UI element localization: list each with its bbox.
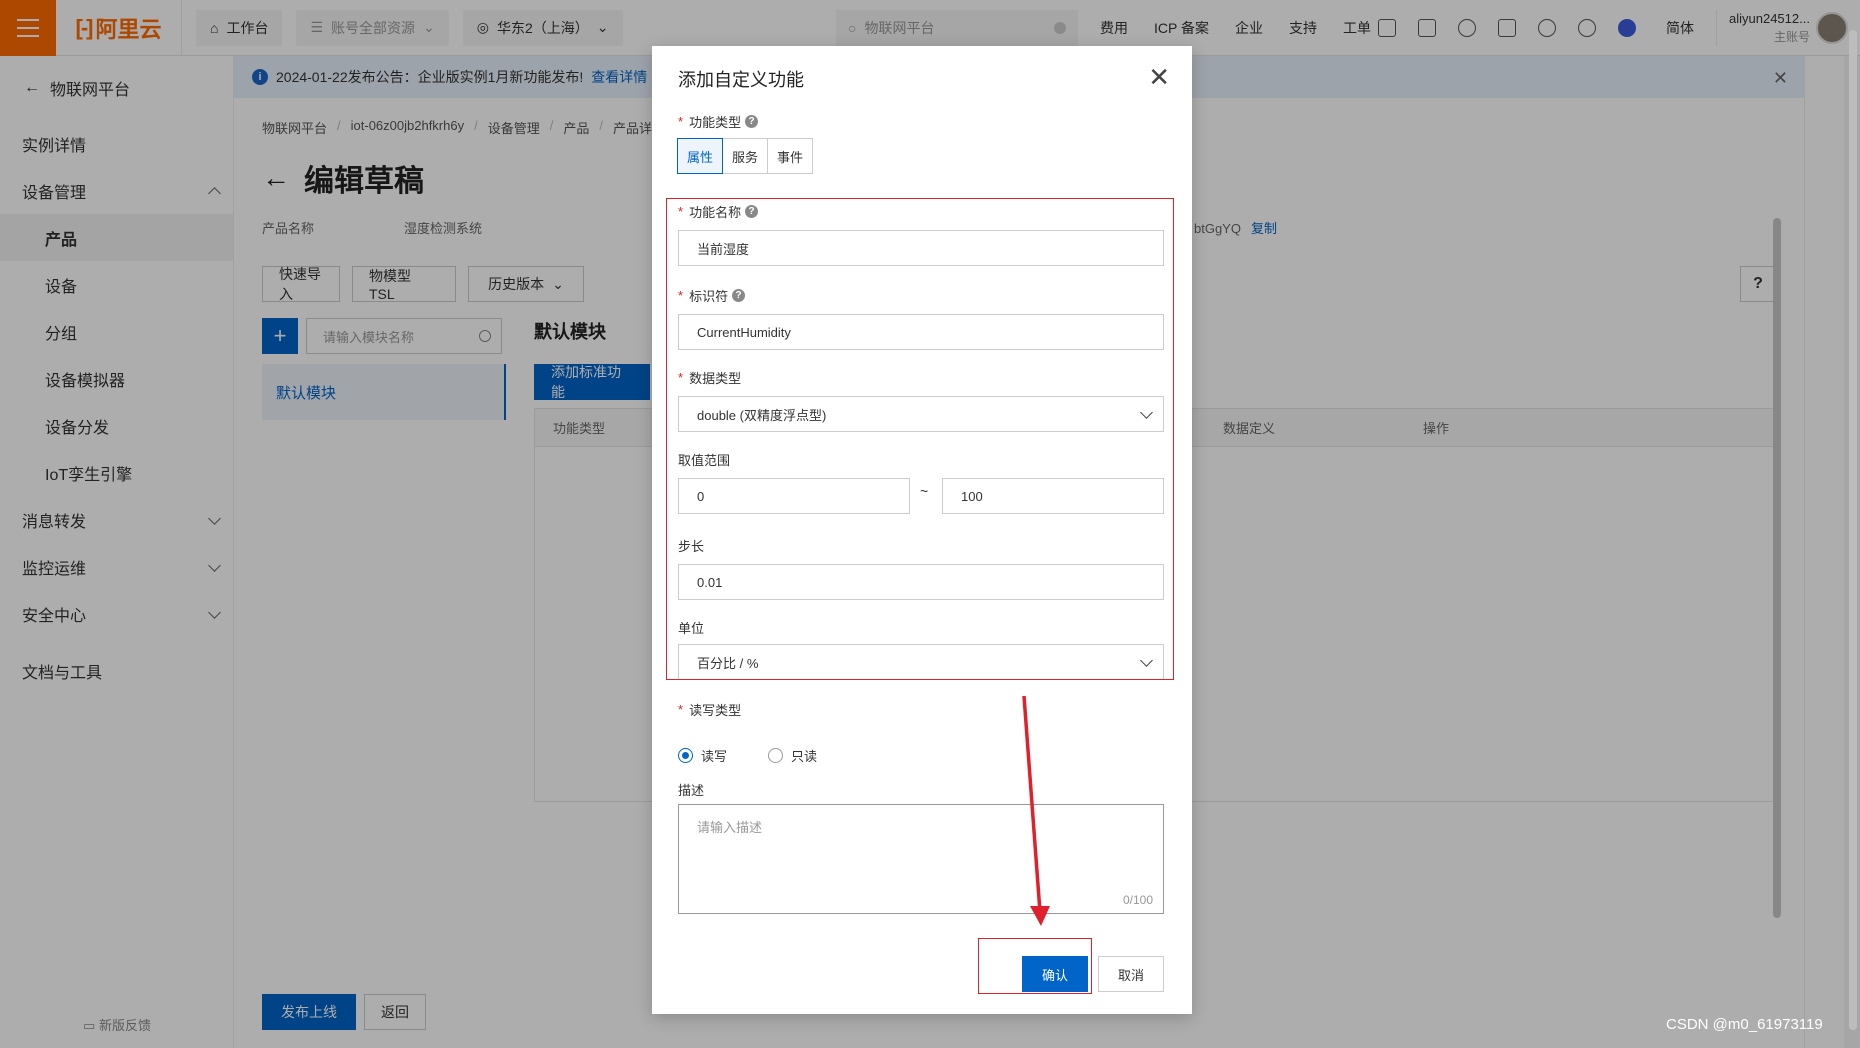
- radio-icon: [678, 748, 693, 763]
- page-scrollbar[interactable]: [1848, 30, 1858, 1040]
- watermark: CSDN @m0_61973119: [1666, 1016, 1823, 1033]
- func-type-segment: 属性 服务 事件: [677, 138, 814, 174]
- func-type-service[interactable]: 服务: [722, 138, 769, 174]
- func-type-event[interactable]: 事件: [767, 138, 814, 174]
- annotation-box-confirm: [978, 938, 1092, 994]
- func-type-property[interactable]: 属性: [677, 138, 724, 174]
- description-label: 描述: [678, 783, 705, 798]
- description-textarea[interactable]: 请输入描述 0/100: [678, 804, 1164, 914]
- close-icon[interactable]: ✕: [1148, 64, 1170, 90]
- dialog-title: 添加自定义功能: [678, 70, 804, 90]
- radio-icon: [768, 748, 783, 763]
- func-type-label: * 功能类型?: [678, 112, 759, 131]
- radio-read-write[interactable]: 读写: [678, 746, 727, 765]
- help-icon[interactable]: ?: [745, 115, 759, 128]
- radio-read-only[interactable]: 只读: [768, 746, 817, 765]
- cancel-button[interactable]: 取消: [1098, 956, 1164, 992]
- char-count: 0/100: [1122, 893, 1153, 907]
- rw-type-label: * 读写类型: [678, 702, 742, 718]
- annotation-box-fields: [666, 198, 1174, 680]
